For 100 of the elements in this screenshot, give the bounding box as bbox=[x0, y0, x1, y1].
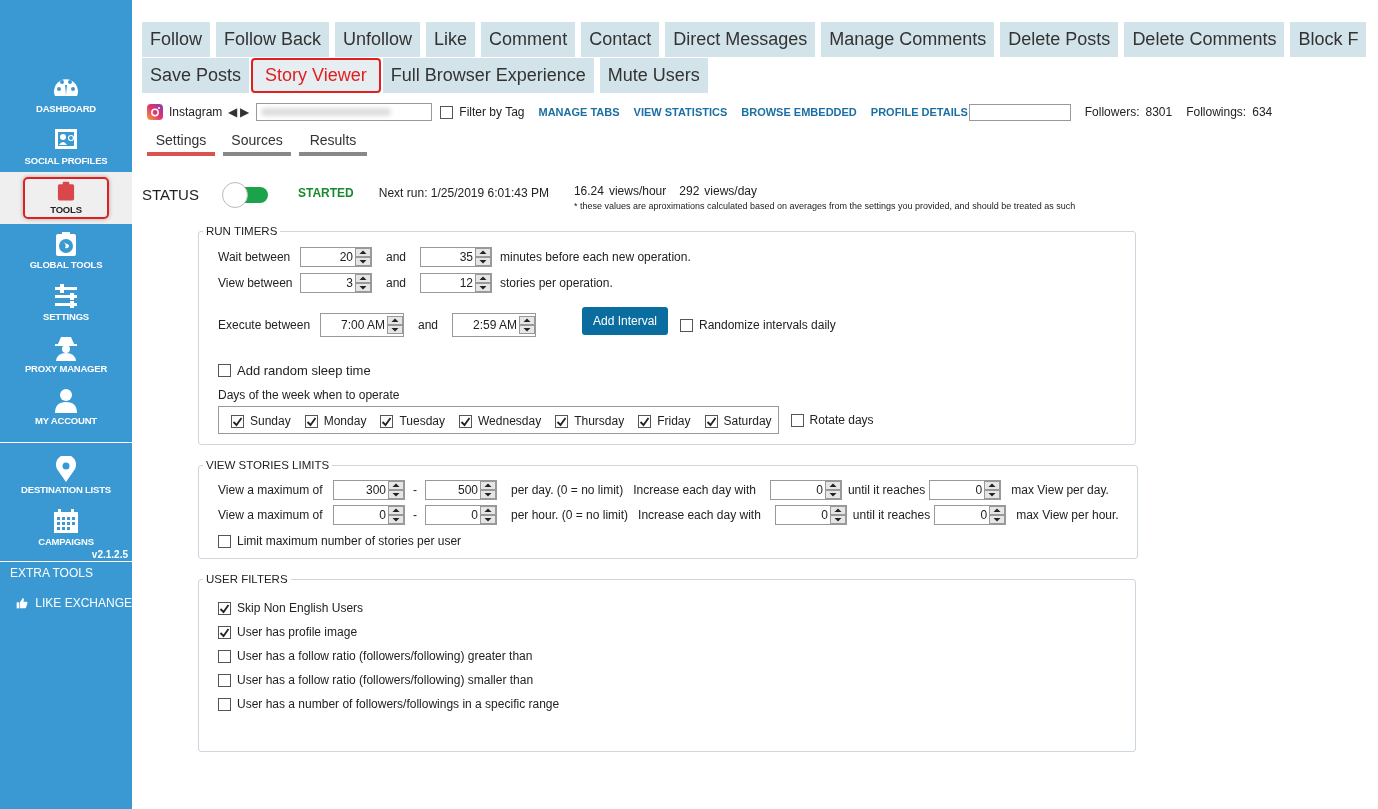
tab[interactable]: Like bbox=[426, 22, 476, 57]
add-interval-button[interactable]: Add Interval bbox=[582, 307, 668, 335]
checkbox[interactable] bbox=[218, 649, 231, 663]
number-spinner[interactable]: 20 bbox=[300, 247, 372, 267]
checkbox-label: User has a follow ratio (followers/following) greater than bbox=[237, 649, 533, 663]
checkbox-label: Skip Non English Users bbox=[237, 601, 364, 615]
checkbox[interactable] bbox=[638, 414, 652, 428]
checkbox[interactable] bbox=[218, 673, 231, 687]
checkbox[interactable] bbox=[680, 318, 693, 332]
tab[interactable]: Save Posts bbox=[142, 58, 250, 93]
number-spinner[interactable]: 7:00 AM bbox=[320, 313, 404, 337]
followers-count: 8301 bbox=[1145, 105, 1173, 119]
tab[interactable]: Manage Comments bbox=[821, 22, 995, 57]
status-label: STATUS bbox=[142, 186, 200, 203]
tab[interactable]: Mute Users bbox=[599, 58, 708, 93]
checkbox[interactable] bbox=[218, 364, 231, 377]
tab[interactable]: Full Browser Experience bbox=[382, 58, 594, 93]
number-spinner[interactable]: 0 bbox=[769, 480, 842, 500]
checkbox[interactable] bbox=[304, 414, 318, 428]
number-spinner[interactable]: 0 bbox=[425, 505, 497, 525]
tab[interactable]: Unfollow bbox=[335, 22, 421, 57]
spin-arrows-icon bbox=[984, 481, 1001, 499]
number-spinner[interactable]: 0 bbox=[774, 505, 847, 525]
number-spinner[interactable]: 35 bbox=[420, 247, 492, 267]
spin-arrows-icon bbox=[355, 274, 371, 292]
number-spinner[interactable]: 0 bbox=[934, 505, 1007, 525]
rate-value: 292 bbox=[679, 184, 700, 198]
number-spinner[interactable]: 0 bbox=[333, 505, 405, 525]
followings-label: Followings: bbox=[1186, 105, 1247, 119]
number-spinner[interactable]: 2:59 AM bbox=[452, 313, 536, 337]
checkbox[interactable] bbox=[704, 414, 718, 428]
checkbox-label: User has a number of followers/followings in a specific range bbox=[237, 697, 560, 711]
section-title: USER FILTERS bbox=[205, 573, 289, 585]
next-button[interactable]: ▶ bbox=[240, 105, 250, 119]
account-dropdown[interactable] bbox=[256, 103, 433, 121]
link[interactable]: BROWSE EMBEDDED bbox=[741, 106, 857, 118]
spin-arrows-icon bbox=[480, 481, 496, 499]
field-label: until it reaches bbox=[852, 508, 931, 522]
number-spinner[interactable]: 500 bbox=[425, 480, 497, 500]
sidebar-item[interactable]: TOOLS bbox=[23, 177, 109, 219]
checkbox-label: Friday bbox=[657, 414, 691, 428]
checkbox[interactable] bbox=[218, 625, 231, 639]
tab[interactable]: Block F bbox=[1290, 22, 1367, 57]
field-label: and bbox=[417, 318, 439, 332]
checkbox[interactable] bbox=[459, 414, 472, 428]
number-spinner[interactable]: 300 bbox=[333, 480, 405, 500]
field-label: View between bbox=[218, 276, 294, 290]
number-spinner[interactable]: 12 bbox=[420, 273, 492, 293]
number-spinner[interactable]: 3 bbox=[300, 273, 372, 293]
field-label: per hour. (0 = no limit) bbox=[511, 508, 629, 522]
checkbox-label: Monday bbox=[323, 414, 367, 428]
tab[interactable]: Contact bbox=[581, 22, 660, 57]
spin-arrows-icon bbox=[475, 248, 491, 266]
link[interactable]: PROFILE DETAILS bbox=[870, 106, 968, 118]
tab[interactable]: Delete Comments bbox=[1124, 22, 1285, 57]
spin-arrows-icon bbox=[388, 506, 404, 524]
spin-arrows-icon bbox=[824, 481, 841, 499]
checkbox-label: Limit maximum number of stories per user bbox=[237, 534, 462, 548]
tab[interactable]: Direct Messages bbox=[665, 22, 816, 57]
toggle-switch[interactable] bbox=[222, 182, 270, 208]
field-label: Execute between bbox=[218, 318, 312, 332]
spin-arrows-icon bbox=[475, 274, 491, 292]
spin-arrows-icon bbox=[519, 316, 535, 334]
checkbox[interactable] bbox=[218, 601, 231, 615]
profile-field[interactable] bbox=[968, 103, 1071, 121]
tab[interactable]: Sources bbox=[223, 132, 291, 156]
spin-arrows-icon bbox=[829, 506, 846, 524]
field-label: View a maximum of bbox=[218, 508, 324, 522]
instagram-icon bbox=[147, 104, 163, 120]
checkbox[interactable] bbox=[440, 105, 454, 119]
spin-arrows-icon bbox=[355, 248, 371, 266]
field-label: max View per day. bbox=[1011, 483, 1109, 497]
field-label: minutes before each new operation. bbox=[500, 250, 691, 264]
checkbox[interactable] bbox=[555, 414, 569, 428]
checkbox-label: Randomize intervals daily bbox=[699, 318, 836, 332]
number-spinner[interactable]: 0 bbox=[929, 480, 1002, 500]
checkbox-label: Wednesday bbox=[478, 414, 542, 428]
checkbox-label: Tuesday bbox=[399, 414, 445, 428]
checkbox[interactable] bbox=[231, 414, 244, 428]
tab[interactable]: Follow Back bbox=[216, 22, 330, 57]
tab[interactable]: Story Viewer bbox=[251, 58, 381, 93]
tab[interactable]: Delete Posts bbox=[1000, 22, 1119, 57]
link[interactable]: VIEW STATISTICS bbox=[633, 106, 728, 118]
checkbox-label: Sunday bbox=[250, 414, 291, 428]
tab[interactable]: Settings bbox=[147, 132, 215, 156]
field-label: Days of the week when to operate bbox=[218, 388, 401, 402]
checkbox[interactable] bbox=[380, 414, 394, 428]
field-label: and bbox=[385, 250, 407, 264]
checkbox[interactable] bbox=[790, 413, 804, 427]
spin-arrows-icon bbox=[388, 481, 404, 499]
tab[interactable]: Results bbox=[299, 132, 367, 156]
user-icon bbox=[52, 386, 80, 413]
rate-unit: views/day bbox=[704, 184, 757, 198]
tab[interactable]: Comment bbox=[481, 22, 576, 57]
spin-arrows-icon bbox=[480, 506, 496, 524]
link[interactable]: MANAGE TABS bbox=[538, 106, 620, 118]
previous-button[interactable]: ◀ bbox=[228, 105, 238, 119]
tab[interactable]: Follow bbox=[142, 22, 210, 57]
checkbox[interactable] bbox=[218, 697, 231, 711]
checkbox[interactable] bbox=[218, 534, 231, 548]
